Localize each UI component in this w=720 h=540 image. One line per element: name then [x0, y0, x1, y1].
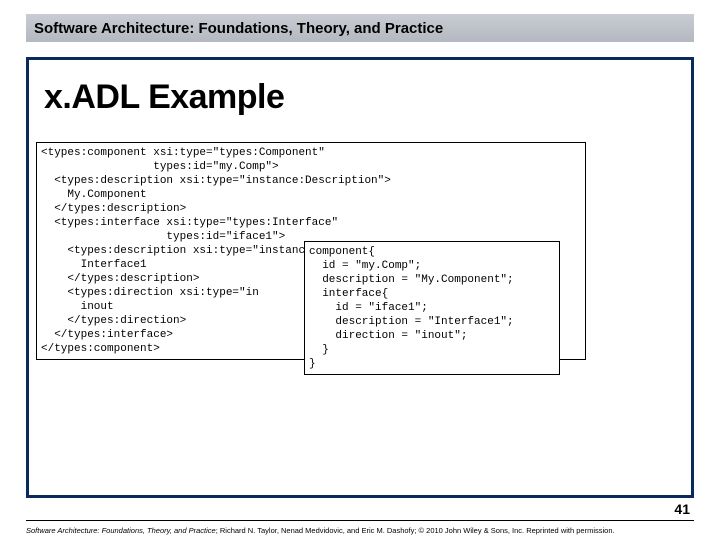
footer-divider	[26, 520, 694, 521]
header-title: Software Architecture: Foundations, Theo…	[34, 20, 443, 37]
footer-book-title: Software Architecture: Foundations, Theo…	[26, 526, 216, 535]
slide-title: x.ADL Example	[44, 78, 284, 117]
footer-citation: Software Architecture: Foundations, Theo…	[26, 526, 694, 535]
footer-rest: ; Richard N. Taylor, Nenad Medvidovic, a…	[216, 526, 615, 535]
slide-header: Software Architecture: Foundations, Theo…	[26, 14, 694, 42]
page-number: 41	[674, 501, 690, 517]
code-dsl-box: component{ id = "my.Comp"; description =…	[304, 241, 560, 375]
